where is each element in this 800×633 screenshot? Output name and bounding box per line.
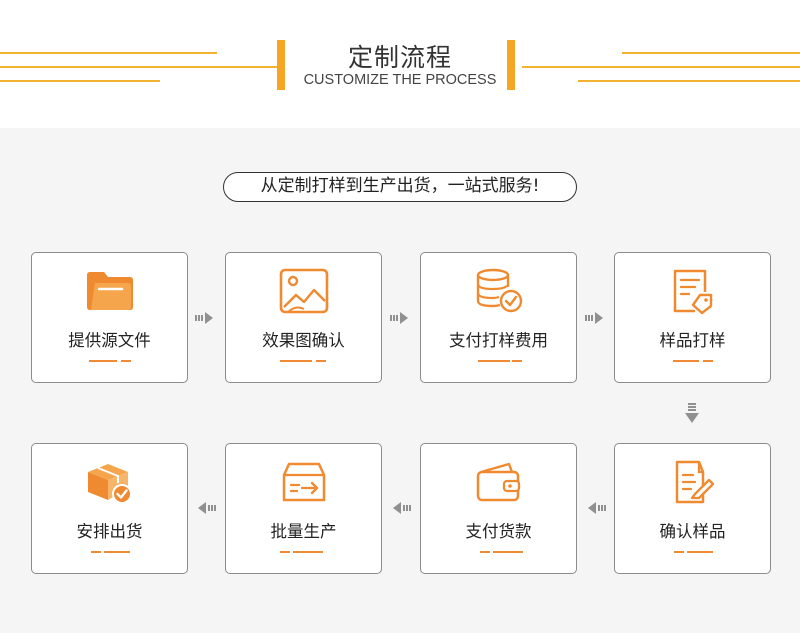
step-card-2: 效果图确认 <box>225 252 382 383</box>
step-underline <box>104 551 130 553</box>
arrow-right-icon <box>195 312 213 324</box>
document-edit-icon <box>665 458 721 506</box>
arrow-left-icon <box>198 502 216 514</box>
step-label: 样品打样 <box>659 331 726 350</box>
page-subtitle: CUSTOMIZE THE PROCESS <box>303 72 497 88</box>
header: 定制流程 CUSTOMIZE THE PROCESS <box>0 0 800 128</box>
arrow-down-icon <box>685 403 699 423</box>
arrow-left-icon <box>588 502 606 514</box>
step-label: 支付打样费用 <box>449 331 548 350</box>
step-underline <box>512 360 522 362</box>
step-card-3: 支付打样费用 <box>420 252 577 383</box>
step-label: 确认样品 <box>659 522 726 541</box>
step-label: 支付货款 <box>465 522 532 541</box>
coins-check-icon <box>471 267 527 315</box>
page-title: 定制流程 <box>347 43 452 72</box>
step-underline <box>121 360 131 362</box>
step-underline <box>89 360 117 362</box>
folder-icon <box>82 267 138 315</box>
arrow-left-icon <box>393 502 411 514</box>
image-icon <box>276 267 332 315</box>
step-card-7: 批量生产 <box>225 443 382 574</box>
arrow-right-icon <box>585 312 603 324</box>
step-card-8: 安排出货 <box>31 443 188 574</box>
step-card-6: 支付货款 <box>420 443 577 574</box>
step-underline <box>293 551 323 553</box>
step-underline <box>280 360 312 362</box>
arrow-right-icon <box>390 312 408 324</box>
package-check-icon <box>82 458 138 506</box>
step-underline <box>480 551 490 553</box>
step-underline <box>687 551 713 553</box>
box-arrow-icon <box>276 458 332 506</box>
step-label: 批量生产 <box>270 522 337 541</box>
step-label: 提供源文件 <box>68 331 151 350</box>
step-underline <box>703 360 713 362</box>
step-underline <box>280 551 290 553</box>
slogan-pill: 从定制打样到生产出货，一站式服务! <box>223 172 577 202</box>
step-card-5: 确认样品 <box>614 443 771 574</box>
step-label: 安排出货 <box>76 522 143 541</box>
step-label: 效果图确认 <box>262 331 345 350</box>
step-underline <box>91 551 101 553</box>
step-underline <box>493 551 523 553</box>
step-underline <box>478 360 510 362</box>
step-underline <box>316 360 326 362</box>
step-underline <box>673 360 699 362</box>
step-card-1: 提供源文件 <box>31 252 188 383</box>
document-tag-icon <box>665 267 721 315</box>
wallet-icon <box>471 458 527 506</box>
step-card-4: 样品打样 <box>614 252 771 383</box>
step-underline <box>674 551 684 553</box>
